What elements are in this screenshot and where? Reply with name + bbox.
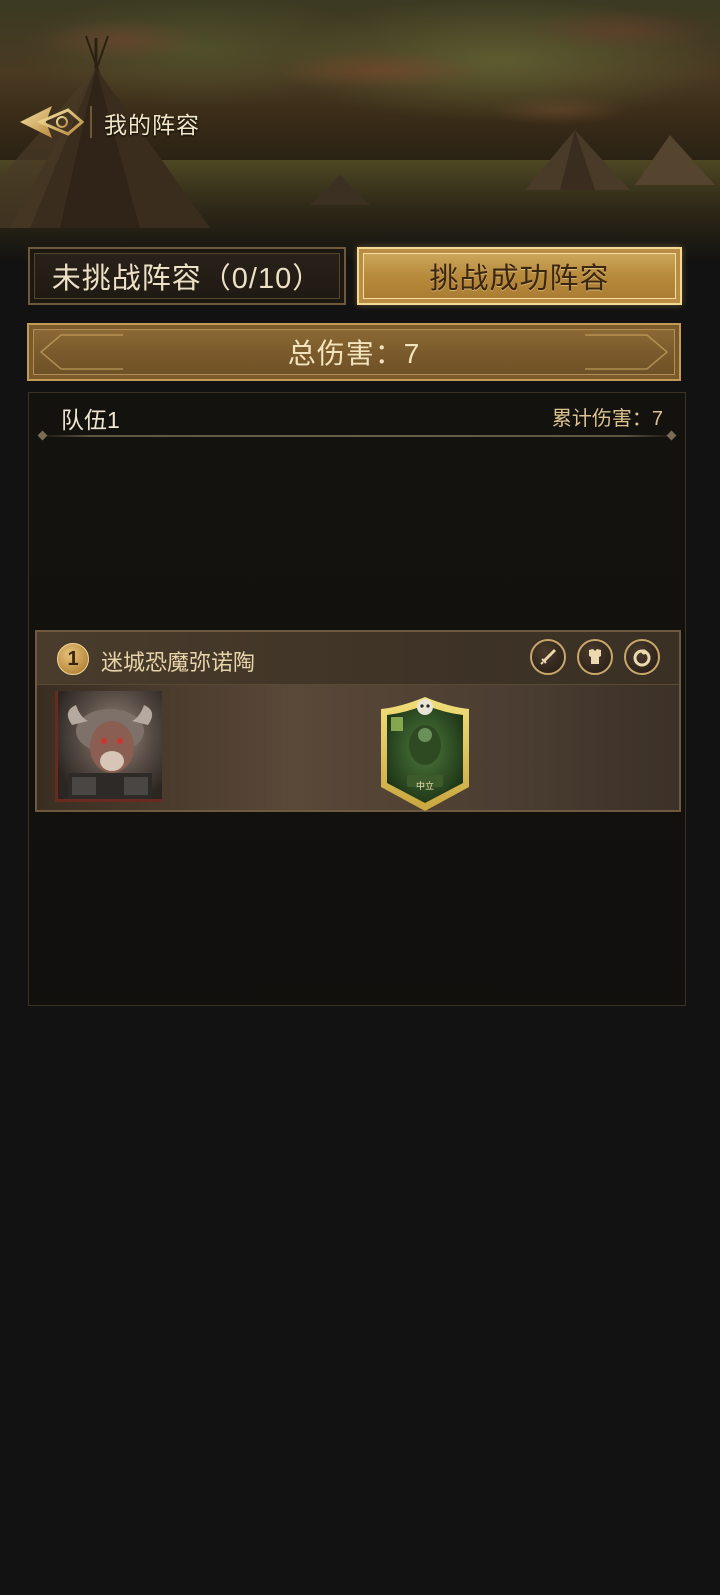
ring-icon: [633, 649, 651, 667]
boss-card[interactable]: 1 迷城恐魔弥诺陶 中立: [35, 630, 681, 812]
armor-icon: [589, 649, 601, 664]
team-name: 队伍1: [61, 407, 120, 433]
hero-card-frame: [381, 697, 469, 811]
header-divider: [90, 106, 92, 138]
tab-successful-lineups[interactable]: 挑战成功阵容: [357, 247, 682, 305]
accessory-button[interactable]: [624, 639, 660, 675]
boss-header: 1 迷城恐魔弥诺陶: [37, 632, 679, 685]
tab-label: 挑战成功阵容: [429, 263, 610, 295]
total-damage-text: 总伤害：7: [287, 338, 421, 369]
tent-small-illustration: [635, 135, 715, 185]
armor-button[interactable]: [577, 639, 613, 675]
boss-body: 中立: [37, 685, 679, 813]
back-arrow-icon: [20, 106, 85, 138]
boss-index-badge: 1: [57, 643, 89, 675]
total-damage-bar: 总伤害：7: [27, 323, 681, 381]
tent-small-illustration: [525, 130, 630, 190]
hero-card[interactable]: 中立: [377, 695, 473, 813]
tab-unchallenged-lineups[interactable]: 未挑战阵容（0/10）: [28, 247, 346, 305]
ornament-left: [39, 334, 123, 370]
hero-card-faction-label: 中立: [415, 781, 434, 791]
back-button[interactable]: [18, 100, 85, 144]
boss-portrait: [55, 691, 162, 802]
tent-small-illustration: [310, 175, 370, 205]
page-title: 我的阵容: [104, 112, 200, 138]
boss-name: 迷城恐魔弥诺陶: [101, 650, 256, 675]
team-divider: [39, 435, 675, 437]
weapon-button[interactable]: [530, 639, 566, 675]
minotaur-portrait-image: [67, 705, 153, 799]
team-cumulative-damage: 累计伤害：7: [551, 408, 663, 430]
ornament-right: [585, 334, 669, 370]
sword-icon: [540, 649, 556, 665]
tab-label: 未挑战阵容（0/10）: [51, 263, 323, 295]
